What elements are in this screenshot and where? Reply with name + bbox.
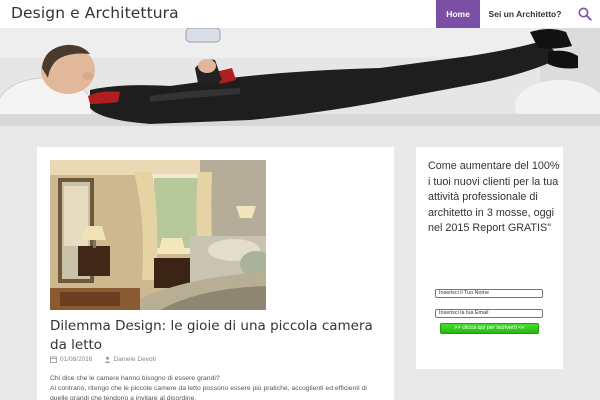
post-excerpt: Chi dice che le camere hanno bisogno di … (50, 374, 385, 400)
main-nav: Home Sei un Architetto? (436, 0, 600, 28)
post-title[interactable]: Dilemma Design: le gioie di una piccola … (50, 317, 390, 355)
site-title[interactable]: Design e Architettura (11, 4, 179, 22)
bedroom-photo (50, 160, 266, 310)
name-field[interactable]: Inserisci il Tuo Nome (435, 289, 543, 298)
search-icon (578, 7, 592, 21)
site-header: Design e Architettura Home Sei un Archit… (0, 0, 600, 28)
user-icon (104, 356, 110, 363)
excerpt-line: Al contrario, ritengo che le piccole cam… (50, 385, 367, 400)
post-featured-image[interactable] (50, 160, 266, 310)
excerpt-line: Chi dice che le camere hanno bisogno di … (50, 375, 220, 382)
hero-image (0, 28, 600, 126)
post-card: Dilemma Design: le gioie di una piccola … (37, 147, 394, 400)
post-date[interactable]: 01/08/2016 (60, 356, 93, 363)
widget-text: Come aumentare del 100% i tuoi nuovi cli… (428, 160, 560, 234)
post-author[interactable]: Daniele Devoti (114, 356, 156, 363)
post-author-wrap: Daniele Devoti (104, 356, 156, 363)
subscribe-button[interactable]: >> clicca qui per iscriverti << (440, 323, 539, 334)
hero-banner (0, 28, 600, 126)
search-button[interactable] (570, 0, 600, 28)
post-meta: 01/08/2016 Daniele Devoti (50, 356, 156, 363)
calendar-icon (50, 356, 57, 363)
nav-item-home[interactable]: Home (436, 0, 480, 28)
nav-item-architetto[interactable]: Sei un Architetto? (480, 0, 570, 28)
optin-widget: Come aumentare del 100% i tuoi nuovi cli… (416, 147, 563, 369)
email-field[interactable]: Inserisci la tua Email (435, 309, 543, 318)
